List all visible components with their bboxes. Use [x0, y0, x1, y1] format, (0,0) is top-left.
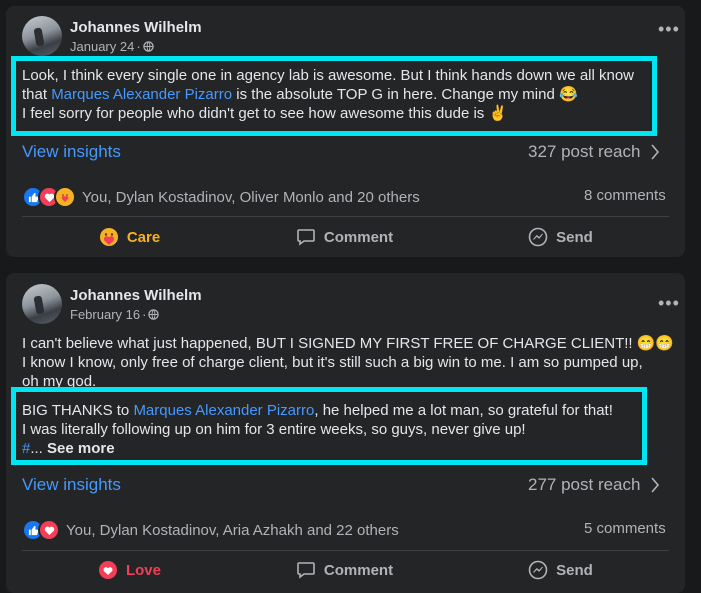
comments-count[interactable]: 8 comments [584, 187, 666, 204]
care-button[interactable]: Care [22, 224, 237, 250]
post-date[interactable]: January 24 [70, 39, 134, 54]
post-reach[interactable]: 277 post reach [528, 475, 660, 495]
reactions-summary[interactable]: You, Dylan Kostadinov, Aria Azhakh and 2… [22, 519, 399, 541]
send-icon [528, 227, 548, 247]
post-meta: February 16 · [70, 307, 160, 322]
send-button[interactable]: Send [452, 557, 669, 583]
reactions-text: You, Dylan Kostadinov, Oliver Monlo and … [82, 188, 420, 206]
author-name[interactable]: Johannes Wilhelm [70, 19, 202, 36]
post-text-line: I can't believe what just happened, BUT … [22, 335, 675, 352]
send-button[interactable]: Send [452, 224, 669, 250]
love-reaction-icon [98, 561, 117, 579]
comment-icon [297, 562, 315, 579]
highlight-box [11, 387, 647, 465]
chevron-right-icon [651, 477, 660, 493]
send-icon [528, 560, 548, 580]
comment-button[interactable]: Comment [237, 224, 452, 250]
post-reach[interactable]: 327 post reach [528, 142, 660, 162]
globe-icon [142, 41, 154, 52]
post-card: Johannes Wilhelm February 16 · ••• I can… [6, 273, 685, 593]
care-reaction-icon [99, 228, 118, 246]
comment-button[interactable]: Comment [237, 557, 452, 583]
post-card: Johannes Wilhelm January 24 · ••• Look, … [6, 6, 685, 257]
chevron-right-icon [651, 144, 660, 160]
care-reaction-icon [54, 186, 76, 208]
post-meta: January 24 · [70, 39, 154, 54]
comment-icon [297, 229, 315, 246]
globe-icon [148, 309, 160, 320]
love-reaction-icon [38, 519, 60, 541]
reactions-text: You, Dylan Kostadinov, Aria Azhakh and 2… [66, 521, 399, 539]
avatar[interactable] [22, 16, 62, 56]
highlight-box [11, 56, 657, 136]
author-name[interactable]: Johannes Wilhelm [70, 287, 202, 304]
post-text-line: I know I know, only free of charge clien… [22, 354, 643, 371]
reactions-summary[interactable]: You, Dylan Kostadinov, Oliver Monlo and … [22, 186, 420, 208]
more-options-icon[interactable]: ••• [658, 20, 680, 38]
divider [22, 216, 669, 217]
comments-count[interactable]: 5 comments [584, 520, 666, 537]
divider [22, 550, 669, 551]
post-text: I can't believe what just happened, BUT … [22, 334, 674, 391]
view-insights-link[interactable]: View insights [22, 142, 121, 162]
post-date[interactable]: February 16 [70, 307, 140, 322]
more-options-icon[interactable]: ••• [658, 294, 680, 312]
love-button[interactable]: Love [22, 557, 237, 583]
view-insights-link[interactable]: View insights [22, 475, 121, 495]
avatar[interactable] [22, 284, 62, 324]
